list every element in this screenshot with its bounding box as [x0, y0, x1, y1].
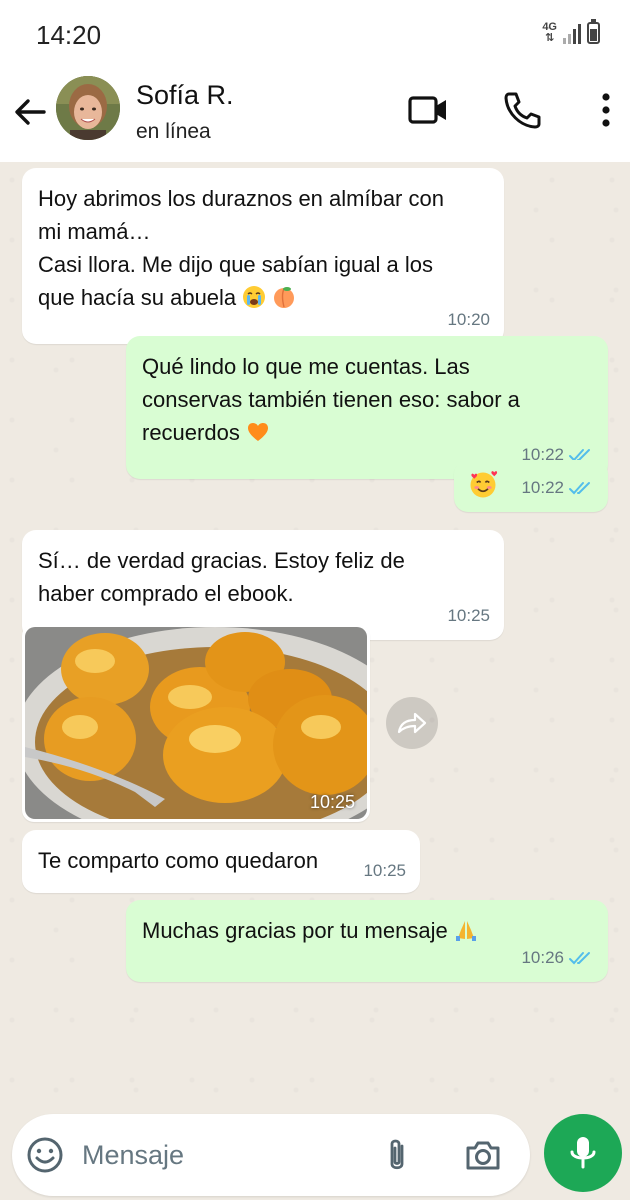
peaches-photo — [25, 627, 367, 819]
contact-name[interactable]: Sofía R. — [136, 80, 234, 111]
mic-button[interactable] — [544, 1114, 622, 1192]
mic-icon — [570, 1137, 596, 1169]
message-meta: 10:20 — [447, 303, 490, 336]
message-input[interactable] — [82, 1132, 362, 1178]
message-incoming[interactable]: Te comparto como quedaron 10:25 — [22, 830, 420, 893]
crying-face-icon — [243, 286, 266, 308]
phone-call-icon[interactable] — [500, 88, 544, 132]
message-line: conservas también tienen eso: sabor a — [142, 387, 520, 412]
double-check-icon — [569, 481, 590, 494]
signal-icon — [563, 24, 581, 44]
message-time: 10:25 — [363, 861, 406, 880]
contact-status: en línea — [136, 120, 211, 143]
message-time: 10:20 — [447, 310, 490, 329]
peach-icon — [274, 287, 295, 308]
message-time: 10:22 — [521, 478, 564, 497]
message-line: que hacía su abuela — [38, 285, 237, 310]
message-line: Te comparto como quedaron — [38, 848, 319, 873]
message-image[interactable]: 10:25 — [22, 624, 370, 822]
message-outgoing[interactable]: Muchas gracias por tu mensaje 10:26 — [126, 900, 608, 982]
message-composer — [12, 1114, 530, 1196]
orange-heart-icon — [247, 423, 268, 441]
emoji-icon[interactable] — [24, 1134, 66, 1176]
message-meta: 10:25 — [447, 599, 490, 632]
video-call-icon[interactable] — [406, 88, 450, 132]
attach-icon[interactable] — [376, 1134, 418, 1176]
network-indicator: 4G ⇅ — [542, 22, 557, 44]
image-time: 10:25 — [309, 792, 355, 812]
peaches-in-syrup-image[interactable]: 10:25 — [25, 627, 367, 819]
more-options-icon[interactable] — [584, 88, 628, 132]
smiling-face-with-hearts-icon — [470, 471, 498, 498]
message-meta: 10:26 — [521, 941, 594, 974]
message-line: mi mamá… — [38, 219, 151, 244]
message-outgoing[interactable]: Qué lindo lo que me cuentas. Las conserv… — [126, 336, 608, 479]
forward-icon — [397, 712, 427, 734]
avatar-photo — [56, 76, 120, 140]
folded-hands-icon — [455, 921, 476, 941]
chat-header: Sofía R. en línea — [0, 70, 630, 162]
message-line: recuerdos — [142, 420, 240, 445]
double-check-icon — [569, 951, 590, 964]
message-line: Qué lindo lo que me cuentas. Las — [142, 354, 470, 379]
message-line: Casi llora. Me dijo que sabían igual a l… — [38, 252, 434, 277]
message-meta: 10:22 — [521, 471, 594, 504]
status-time: 14:20 — [36, 19, 102, 50]
message-time: 10:25 — [447, 606, 490, 625]
message-line: Muchas gracias por tu mensaje — [142, 918, 448, 943]
message-line-with-emoji: que hacía su abuela — [38, 281, 488, 314]
message-line: Sí… de verdad gracias. Estoy feliz de — [38, 548, 405, 573]
status-icons: 4G ⇅ — [542, 19, 600, 44]
message-meta: 10:25 — [363, 854, 406, 887]
message-line: Hoy abrimos los duraznos en almíbar con — [38, 186, 444, 211]
forward-button[interactable] — [386, 697, 438, 749]
battery-icon — [587, 19, 600, 44]
chat-area[interactable]: Hoy abrimos los duraznos en almíbar con … — [0, 162, 630, 1100]
message-time: 10:26 — [521, 948, 564, 967]
back-arrow-icon[interactable] — [10, 92, 50, 132]
status-bar: 14:20 4G ⇅ — [0, 0, 630, 70]
data-arrows-icon: ⇅ — [545, 32, 555, 44]
message-incoming[interactable]: Hoy abrimos los duraznos en almíbar con … — [22, 168, 504, 344]
avatar[interactable] — [56, 76, 120, 140]
message-line: haber comprado el ebook. — [38, 581, 294, 606]
camera-icon[interactable] — [462, 1134, 504, 1176]
message-outgoing[interactable]: 10:22 — [454, 460, 608, 512]
chat-screen: 14:20 4G ⇅ Sofía R. en línea Hoy abrimos… — [0, 0, 630, 1200]
